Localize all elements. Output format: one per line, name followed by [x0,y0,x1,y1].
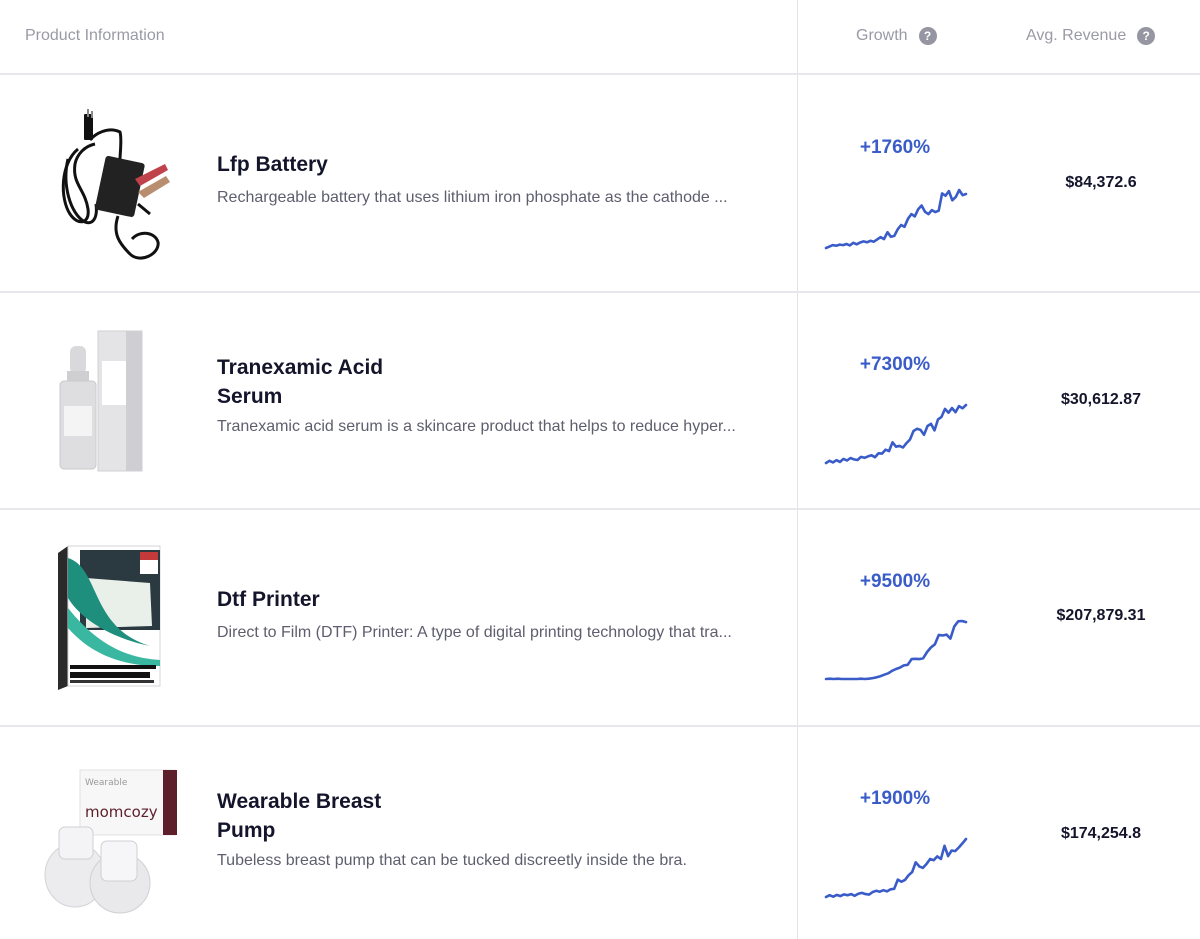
breast-pump-image: Wearable momcozy [44,769,177,914]
growth-sparkline [824,837,968,899]
dtf-film-box-image [58,545,161,690]
product-description: Tranexamic acid serum is a skincare prod… [217,418,736,435]
growth-sparkline [824,619,968,681]
header-growth-label: Growth [856,27,908,44]
growth-sparkline [824,188,968,250]
growth-value: +1760% [859,137,931,158]
help-icon[interactable]: ? [1137,27,1156,45]
product-description: Tubeless breast pump that can be tucked … [217,852,687,869]
avg-revenue-value: $30,612.87 [1060,391,1142,408]
svg-text:Wearable: Wearable [85,778,128,788]
header-avg-revenue[interactable]: Avg. Revenue ? [1026,27,1156,45]
serum-bottle-image [59,330,143,472]
table-header: Product Information Growth ? Avg. Revenu… [0,0,1200,75]
product-table: Product Information Growth ? Avg. Revenu… [0,0,1200,939]
product-info: Lfp Battery Rechargeable battery that us… [217,150,777,207]
product-name[interactable]: Dtf Printer [217,585,777,614]
product-name[interactable]: Lfp Battery [217,150,777,179]
table-row[interactable]: Tranexamic Acid Serum Tranexamic acid se… [0,293,1200,510]
product-description: Rechargeable battery that uses lithium i… [217,189,728,206]
growth-value: +7300% [859,354,931,375]
sparkline-path [824,188,968,250]
table-row[interactable]: Lfp Battery Rechargeable battery that us… [0,76,1200,293]
table-row[interactable]: Wearable momcozy Wearable Breast Pump Tu… [0,727,1200,939]
battery-charger-image [61,109,170,260]
growth-value: +9500% [859,571,931,592]
growth-value: +1900% [859,788,931,809]
product-name[interactable]: Wearable Breast Pump [217,787,417,845]
product-info: Wearable Breast Pump Tubeless breast pum… [217,787,777,870]
header-avg-revenue-label: Avg. Revenue [1026,27,1127,44]
growth-sparkline [824,403,968,465]
sparkline-path [824,837,968,899]
header-product-information: Product Information [25,27,165,44]
avg-revenue-value: $207,879.31 [1056,607,1146,624]
product-info: Tranexamic Acid Serum Tranexamic acid se… [217,353,777,436]
product-info: Dtf Printer Direct to Film (DTF) Printer… [217,585,777,642]
header-growth[interactable]: Growth ? [856,27,937,45]
product-description: Direct to Film (DTF) Printer: A type of … [217,624,732,641]
avg-revenue-value: $84,372.6 [1065,174,1137,191]
product-name[interactable]: Tranexamic Acid Serum [217,353,417,411]
avg-revenue-value: $174,254.8 [1060,825,1142,842]
sparkline-path [824,403,968,465]
table-row[interactable]: Dtf Printer Direct to Film (DTF) Printer… [0,510,1200,727]
sparkline-path [824,619,968,681]
help-icon[interactable]: ? [918,27,937,45]
svg-text:momcozy: momcozy [85,803,158,821]
